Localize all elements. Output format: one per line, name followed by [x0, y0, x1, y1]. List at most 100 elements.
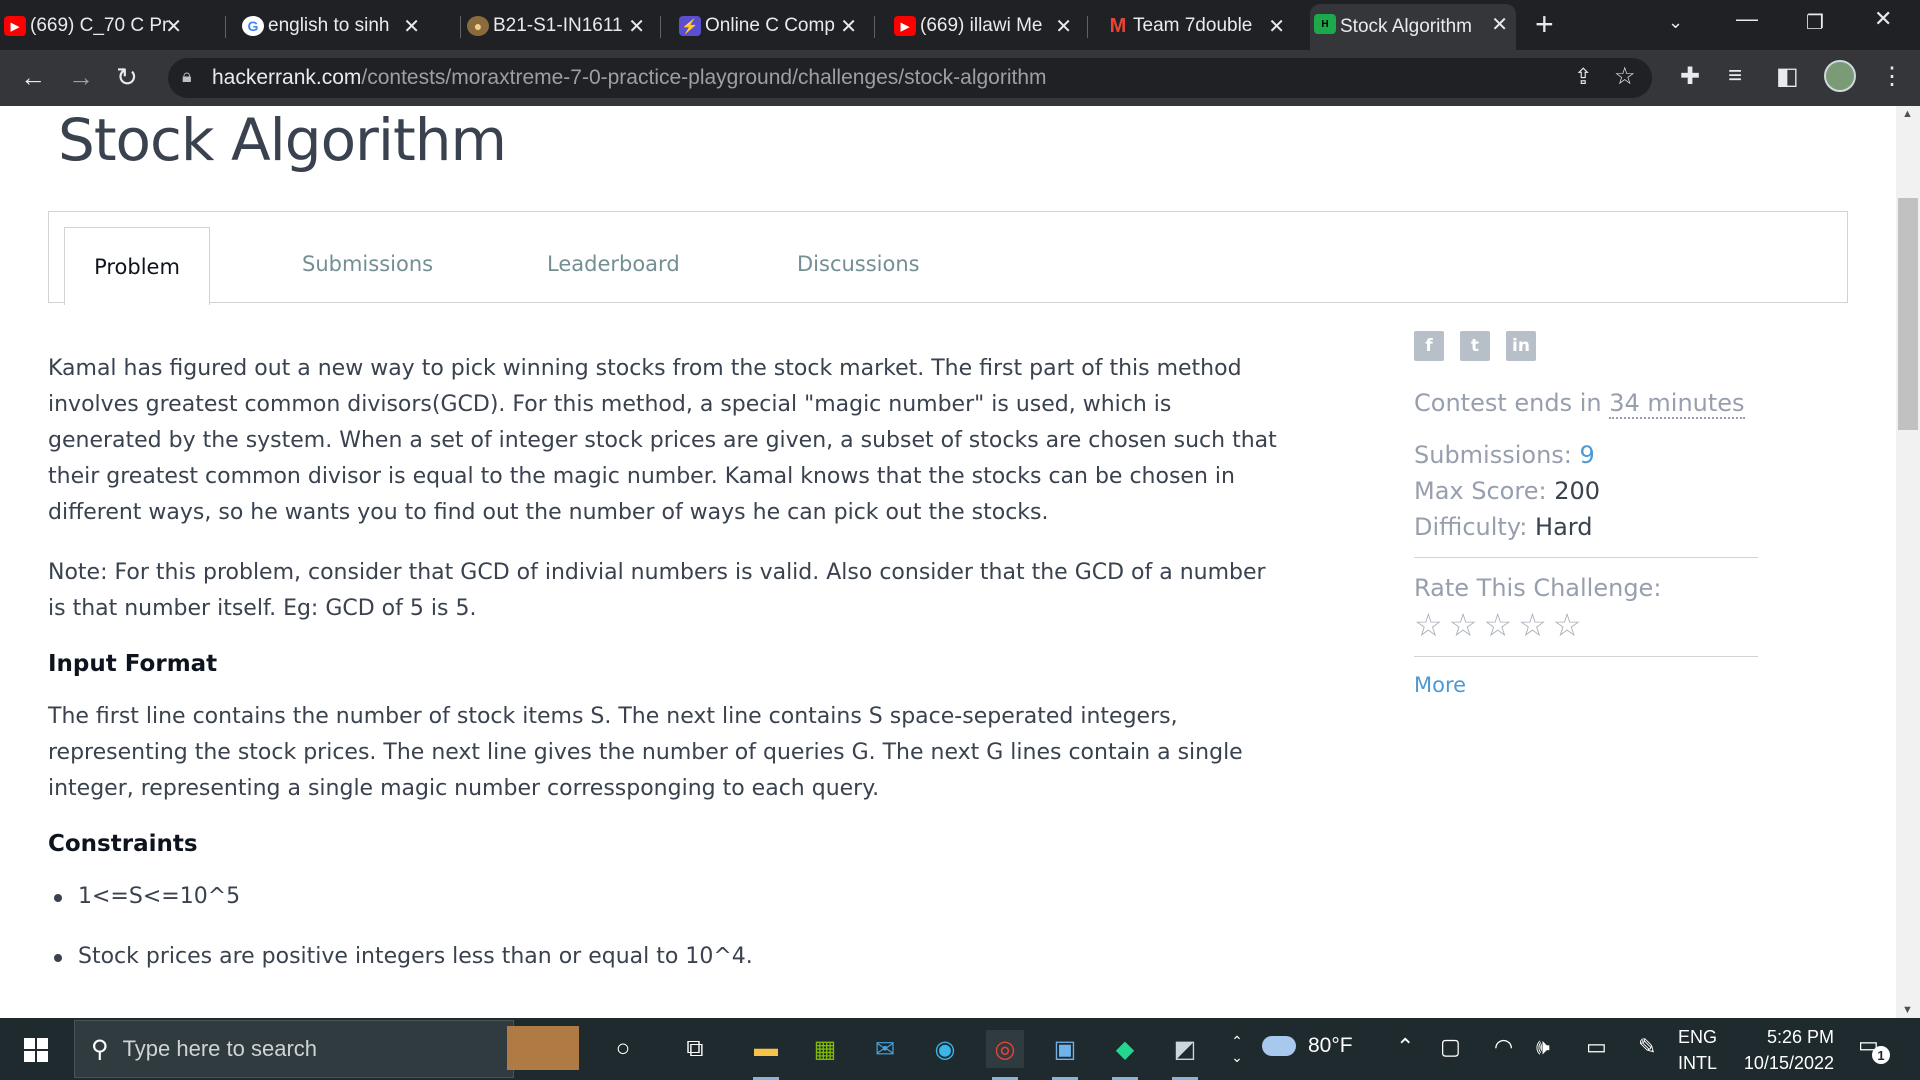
page-title: Stock Algorithm [58, 106, 507, 174]
store-icon[interactable]: ▦ [806, 1030, 844, 1068]
browser-tab[interactable]: ▶ (669) C_70 C Pr ✕ [0, 6, 190, 46]
profile-avatar[interactable] [1824, 60, 1856, 92]
star-icon[interactable]: ☆ [1553, 606, 1582, 644]
clock[interactable]: 5:26 PM 10/15/2022 [1730, 1024, 1834, 1076]
problem-note: Note: For this problem, consider that GC… [48, 560, 1266, 621]
browser-tab[interactable]: G english to sinh ✕ [238, 6, 428, 46]
mail-icon[interactable]: ✉ [866, 1030, 904, 1068]
browser-tab[interactable]: M Team 7double ✕ [1103, 6, 1293, 46]
cloud-icon [1262, 1036, 1296, 1056]
close-tab-icon[interactable]: ✕ [628, 14, 645, 39]
forward-icon[interactable]: → [68, 62, 94, 93]
file-explorer-icon[interactable]: ▬ [747, 1030, 785, 1080]
input-format-heading: Input Format [48, 651, 218, 677]
wifi-icon[interactable]: ◠ [1494, 1034, 1513, 1060]
language-indicator[interactable]: ENG INTL [1678, 1024, 1717, 1076]
gmail-icon: M [1109, 14, 1127, 37]
minimize-icon[interactable]: — [1736, 6, 1758, 32]
constraints-heading: Constraints [48, 831, 198, 857]
edge-icon[interactable]: ◉ [926, 1030, 964, 1068]
time: 5:26 PM [1766, 1027, 1834, 1047]
challenge-sidebar: f t in Contest ends in 34 minutes Submis… [1414, 331, 1758, 697]
page-scrollbar[interactable]: ▲ ▼ [1896, 106, 1920, 1018]
tab-submissions[interactable]: Submissions [302, 225, 433, 303]
divider [1414, 557, 1758, 558]
contest-timer: Contest ends in 34 minutes [1414, 389, 1745, 419]
new-tab-icon[interactable]: + [1535, 6, 1554, 43]
photos-icon[interactable]: ▣ [1046, 1030, 1084, 1080]
browser-tab[interactable]: ▶ (669) illawi Me ✕ [890, 6, 1080, 46]
web-page: Stock Algorithm Problem Submissions Lead… [0, 106, 1896, 1018]
max-score-stat: Max Score: 200 [1414, 477, 1601, 505]
star-icon[interactable]: ☆ [1414, 606, 1443, 644]
notepad-icon[interactable]: ◩ [1166, 1030, 1204, 1080]
close-tab-icon[interactable]: ✕ [1055, 14, 1072, 39]
address-bar[interactable]: 🔒︎ hackerrank.com/contests/moraxtreme-7-… [168, 58, 1652, 98]
divider [1414, 656, 1758, 657]
twitter-icon[interactable]: t [1460, 331, 1490, 361]
close-tab-icon[interactable]: ✕ [1491, 12, 1508, 37]
rating-stars: ☆ ☆ ☆ ☆ ☆ [1414, 606, 1758, 644]
tab-title: (669) C_70 C Pr [30, 15, 169, 36]
close-tab-icon[interactable]: ✕ [1268, 14, 1285, 39]
restore-icon[interactable]: ❐ [1806, 10, 1824, 35]
tab-title: (669) illawi Me [920, 15, 1043, 36]
share-icon[interactable]: ⇪ [1574, 64, 1592, 90]
tab-title: Team 7double [1133, 15, 1253, 36]
scroll-down-icon[interactable]: ▼ [1902, 1004, 1913, 1016]
scrollbar-thumb[interactable] [1898, 198, 1918, 430]
search-placeholder: Type here to search [122, 1036, 318, 1061]
date: 10/15/2022 [1743, 1053, 1834, 1073]
clion-icon[interactable]: ◆ [1106, 1030, 1144, 1080]
close-tab-icon[interactable]: ✕ [165, 14, 182, 39]
weather-widget[interactable]: 80°F [1262, 1034, 1353, 1058]
more-link[interactable]: More [1414, 673, 1758, 697]
browser-tab-strip: ▶ (669) C_70 C Pr ✕ G english to sinh ✕ … [0, 0, 1920, 50]
close-window-icon[interactable]: ✕ [1874, 6, 1892, 32]
media-queue-icon[interactable]: ≡ [1728, 62, 1742, 90]
cortana-icon[interactable]: ○ [604, 1030, 642, 1068]
volume-icon[interactable]: 🕪︎ [1536, 1034, 1550, 1060]
back-icon[interactable]: ← [20, 62, 46, 93]
taskbar-scroll-icon[interactable]: ⌃ ⌄ [1218, 1030, 1256, 1068]
extensions-icon[interactable]: ✚ [1680, 62, 1700, 91]
facebook-icon[interactable]: f [1414, 331, 1444, 361]
tab-problem[interactable]: Problem [64, 227, 210, 305]
star-icon[interactable]: ☆ [1449, 606, 1478, 644]
tab-leaderboard[interactable]: Leaderboard [547, 225, 680, 303]
reload-icon[interactable]: ↻ [116, 62, 138, 93]
task-view-icon[interactable]: ⧉ [676, 1030, 714, 1068]
star-icon[interactable]: ☆ [1518, 606, 1547, 644]
challenge-tabs: Problem Submissions Leaderboard Discussi… [48, 211, 1848, 305]
input-format-text: The first line contains the number of st… [48, 704, 1243, 801]
battery-icon[interactable]: ▭ [1586, 1034, 1607, 1060]
submissions-count[interactable]: 9 [1580, 441, 1595, 469]
scroll-up-icon[interactable]: ▲ [1902, 108, 1913, 120]
windows-start-icon[interactable] [24, 1038, 48, 1062]
youtube-icon: ▶ [4, 16, 26, 36]
star-icon[interactable]: ☆ [1483, 606, 1512, 644]
show-hidden-icons-icon[interactable]: ⌃ [1396, 1034, 1414, 1060]
tray-app-icon[interactable]: ▢ [1440, 1034, 1461, 1060]
linkedin-icon[interactable]: in [1506, 331, 1536, 361]
google-icon: G [242, 16, 264, 36]
tab-search-icon[interactable]: ⌄ [1668, 12, 1683, 33]
side-panel-icon[interactable]: ◧ [1776, 62, 1799, 91]
constraints-list: 1<=S<=10^5 Stock prices are positive int… [48, 879, 1288, 975]
notification-icon[interactable]: ▭ 1 [1858, 1032, 1890, 1064]
taskbar-search[interactable]: ⚲ Type here to search [74, 1020, 514, 1078]
menu-kebab-icon[interactable]: ⋮ [1880, 62, 1904, 91]
close-tab-icon[interactable]: ✕ [403, 14, 420, 39]
search-highlight-icon[interactable] [507, 1026, 579, 1070]
close-tab-icon[interactable]: ✕ [840, 14, 857, 39]
pen-icon[interactable]: ✎ [1638, 1034, 1656, 1060]
tab-discussions[interactable]: Discussions [797, 225, 920, 303]
bolt-icon: ⚡ [679, 16, 701, 36]
rate-label: Rate This Challenge: [1414, 574, 1662, 602]
windows-taskbar: ⚲ Type here to search ○ ⧉ ▬ ▦ ✉ ◉ ◎ ▣ ◆ … [0, 1018, 1920, 1080]
chrome-icon[interactable]: ◎ [986, 1030, 1024, 1080]
browser-tab[interactable]: ● B21-S1-IN1611 ✕ [463, 6, 653, 46]
bookmark-star-icon[interactable]: ☆ [1614, 62, 1636, 91]
browser-tab-active[interactable]: H Stock Algorithm ✕ [1310, 4, 1516, 50]
browser-tab[interactable]: ⚡ Online C Comp ✕ [675, 6, 865, 46]
